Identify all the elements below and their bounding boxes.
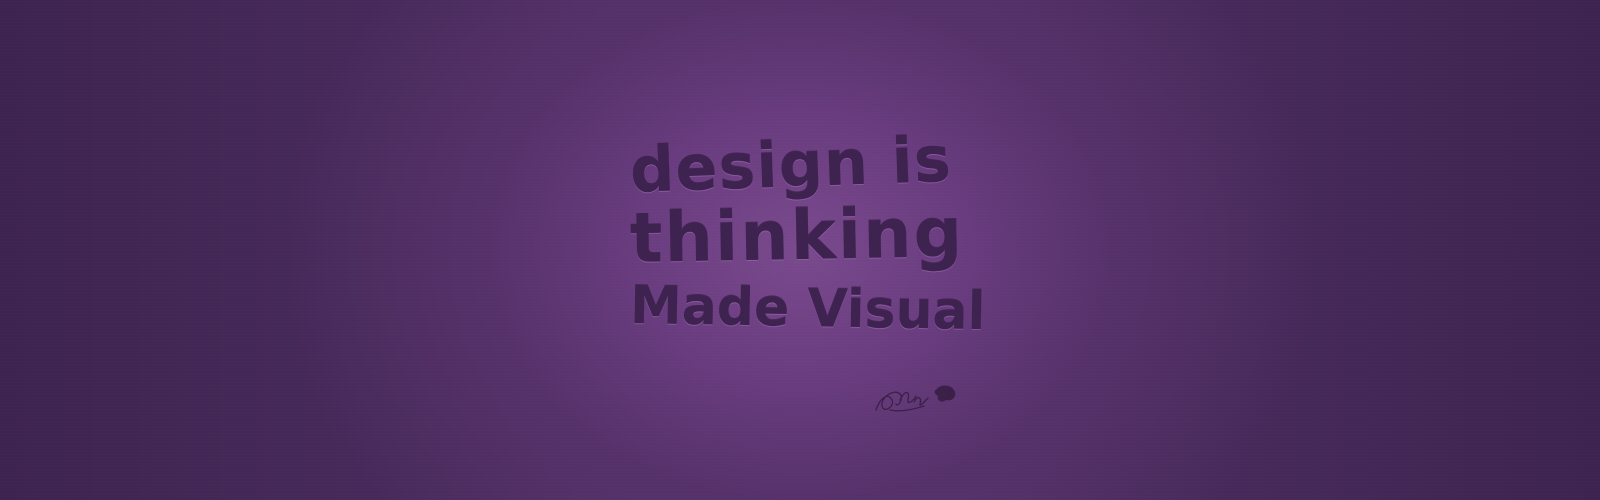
quote-line-2: thinking — [629, 194, 965, 279]
quote-line-1: design is — [628, 122, 953, 207]
quote-line-3: Made Visual — [629, 276, 986, 343]
signature-icon — [875, 385, 956, 412]
quote: design is thinking Made Visual — [629, 123, 986, 342]
